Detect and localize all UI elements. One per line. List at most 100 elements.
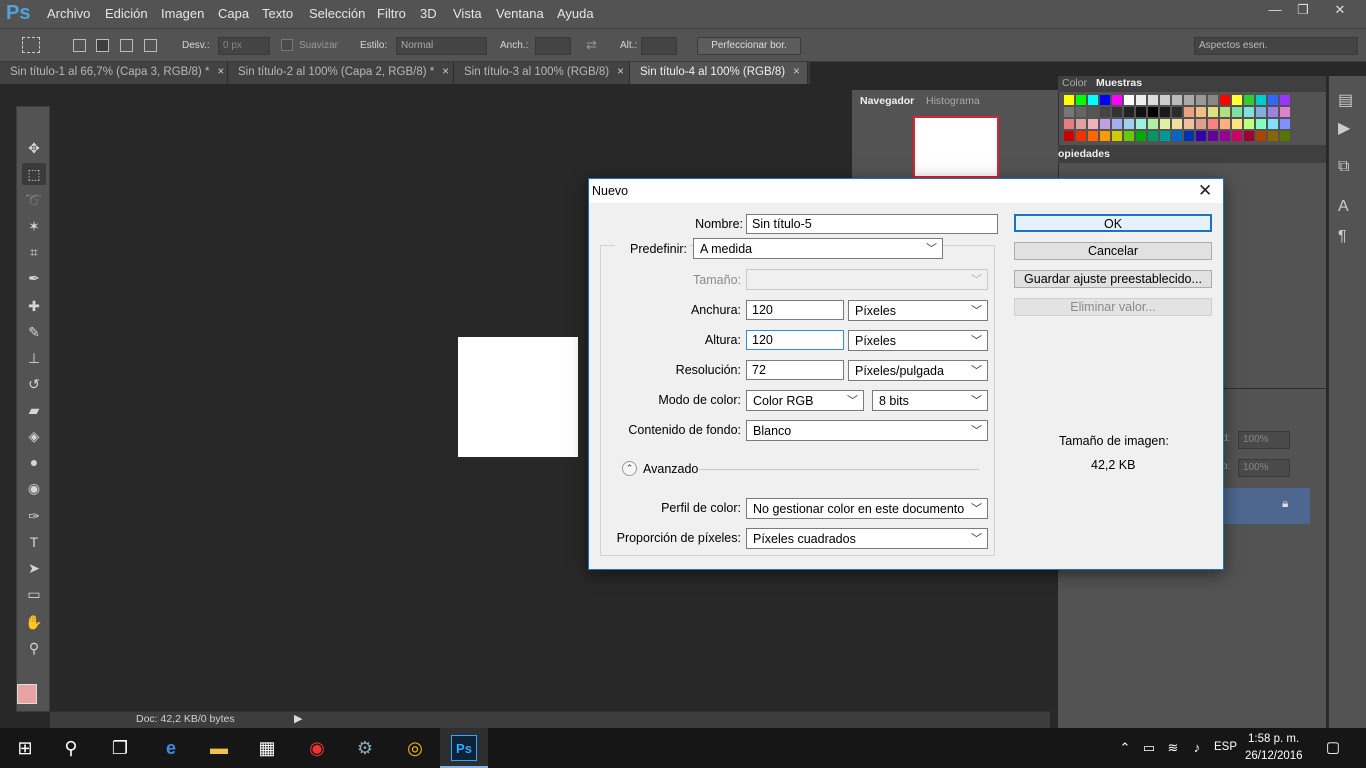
dodge-tool-icon[interactable]: ◉: [22, 477, 46, 499]
swap-icon[interactable]: ⇄: [586, 37, 597, 53]
crop-tool-icon[interactable]: ⌗: [22, 241, 46, 263]
menu-filtro[interactable]: Filtro: [377, 6, 406, 21]
color-profile-select[interactable]: No gestionar color en este documento ﹀: [746, 498, 988, 519]
color-mode-select[interactable]: Color RGB ﹀: [746, 390, 864, 411]
menu-archivo[interactable]: Archivo: [47, 6, 90, 21]
pen-tool-icon[interactable]: ✑: [22, 505, 46, 527]
edge-browser-icon[interactable]: e: [158, 735, 184, 761]
color-swatch[interactable]: [1112, 131, 1122, 141]
color-swatch[interactable]: [1220, 107, 1230, 117]
paint-bucket-icon[interactable]: ◈: [22, 425, 46, 447]
color-swatch[interactable]: [1160, 95, 1170, 105]
intersect-selection-icon[interactable]: [144, 39, 157, 52]
photoshop-logo[interactable]: Ps: [6, 2, 30, 25]
color-swatch[interactable]: [1136, 107, 1146, 117]
add-selection-icon[interactable]: [96, 39, 109, 52]
brush-tool-icon[interactable]: ✎: [22, 321, 46, 343]
color-swatch[interactable]: [1256, 131, 1266, 141]
close-icon[interactable]: ×: [442, 66, 449, 78]
close-icon[interactable]: ×: [617, 66, 624, 78]
cancel-button[interactable]: Cancelar: [1014, 242, 1212, 260]
color-swatch[interactable]: [1172, 119, 1182, 129]
lasso-tool-icon[interactable]: ➰: [22, 189, 46, 211]
type-tool-icon[interactable]: T: [22, 531, 46, 553]
color-swatch[interactable]: [1172, 95, 1182, 105]
selected-layer-row[interactable]: [1222, 488, 1310, 524]
color-swatch[interactable]: [1076, 131, 1086, 141]
color-swatch[interactable]: [1064, 119, 1074, 129]
paragraph-panel-icon[interactable]: ¶: [1338, 228, 1347, 246]
wifi-icon[interactable]: ≋: [1160, 735, 1186, 761]
marquee-tool-icon[interactable]: ⬚: [22, 163, 46, 185]
color-swatch[interactable]: [1232, 131, 1242, 141]
color-swatch[interactable]: [1196, 107, 1206, 117]
color-swatch[interactable]: [1112, 107, 1122, 117]
zoom-tool-icon[interactable]: ⚲: [22, 637, 46, 659]
color-swatch[interactable]: [1088, 131, 1098, 141]
search-icon[interactable]: ⚲: [58, 735, 84, 761]
color-swatch[interactable]: [1268, 131, 1278, 141]
file-explorer-icon[interactable]: ▬: [206, 735, 232, 761]
color-swatch[interactable]: [1268, 119, 1278, 129]
minimize-button[interactable]: —: [1260, 2, 1290, 20]
photoshop-taskbar-icon[interactable]: Ps: [451, 735, 477, 761]
store-icon[interactable]: ▦: [254, 735, 280, 761]
advanced-label[interactable]: Avanzado: [643, 462, 698, 476]
steam-icon[interactable]: ⚙: [352, 735, 378, 761]
menu-edicion[interactable]: Edición: [105, 6, 148, 21]
color-swatch[interactable]: [1184, 95, 1194, 105]
color-swatch[interactable]: [1124, 119, 1134, 129]
refine-edge-button[interactable]: Perfeccionar bor.: [697, 37, 801, 55]
color-swatch[interactable]: [1232, 119, 1242, 129]
windows-start-icon[interactable]: ⊞: [12, 735, 38, 761]
close-icon[interactable]: ×: [793, 66, 800, 78]
style-select[interactable]: Normal: [396, 37, 487, 55]
height-unit-select[interactable]: Píxeles ﹀: [848, 330, 988, 351]
advanced-toggle-icon[interactable]: ⌃: [622, 461, 637, 476]
color-swatch[interactable]: [1148, 131, 1158, 141]
actions-play-icon[interactable]: ▶: [1338, 118, 1350, 138]
healing-brush-icon[interactable]: ✚: [22, 295, 46, 317]
color-swatch[interactable]: [1160, 107, 1170, 117]
color-swatch[interactable]: [1280, 131, 1290, 141]
color-swatch[interactable]: [1280, 107, 1290, 117]
document-canvas[interactable]: [458, 337, 578, 457]
tab-histogram[interactable]: Histograma: [920, 93, 986, 109]
color-swatch[interactable]: [1232, 95, 1242, 105]
tab-color[interactable]: Color: [1062, 77, 1087, 89]
path-selection-icon[interactable]: ➤: [22, 557, 46, 579]
width-field[interactable]: 120: [746, 300, 844, 320]
color-swatch[interactable]: [1148, 119, 1158, 129]
pixel-aspect-select[interactable]: Píxeles cuadrados ﹀: [746, 528, 988, 549]
opacity-field[interactable]: 100%: [1238, 431, 1290, 449]
color-swatch[interactable]: [1208, 119, 1218, 129]
clock-time[interactable]: 1:58 p. m.: [1248, 733, 1299, 745]
color-swatch[interactable]: [1208, 107, 1218, 117]
color-swatch[interactable]: [1184, 107, 1194, 117]
color-swatch[interactable]: [1268, 107, 1278, 117]
battery-icon[interactable]: ▭: [1136, 735, 1162, 761]
color-swatch[interactable]: [1136, 131, 1146, 141]
preset-select[interactable]: A medida ﹀: [693, 238, 943, 259]
color-swatch[interactable]: [1124, 107, 1134, 117]
eyedropper-icon[interactable]: ✒: [22, 267, 46, 289]
clock-date[interactable]: 26/12/2016: [1245, 750, 1303, 762]
color-swatch[interactable]: [1124, 131, 1134, 141]
menu-texto[interactable]: Texto: [262, 6, 293, 21]
background-select[interactable]: Blanco ﹀: [746, 420, 988, 441]
color-swatch[interactable]: [1160, 119, 1170, 129]
doc-tab[interactable]: Sin título-3 al 100% (RGB/8) ×: [454, 62, 630, 84]
color-swatch[interactable]: [1196, 119, 1206, 129]
language-indicator[interactable]: ESP: [1214, 741, 1237, 753]
dialog-close-icon[interactable]: ✕: [1198, 181, 1212, 201]
chrome-icon[interactable]: ◎: [402, 735, 428, 761]
color-swatch[interactable]: [1244, 119, 1254, 129]
volume-icon[interactable]: ♪: [1184, 735, 1210, 761]
name-field[interactable]: Sin título-5: [746, 214, 998, 234]
height-input[interactable]: [641, 37, 677, 55]
color-swatch[interactable]: [1220, 131, 1230, 141]
color-swatch[interactable]: [1112, 95, 1122, 105]
doc-tab[interactable]: Sin título-2 al 100% (Capa 2, RGB/8) * ×: [228, 62, 454, 84]
color-swatch[interactable]: [1220, 119, 1230, 129]
color-swatch[interactable]: [1172, 131, 1182, 141]
